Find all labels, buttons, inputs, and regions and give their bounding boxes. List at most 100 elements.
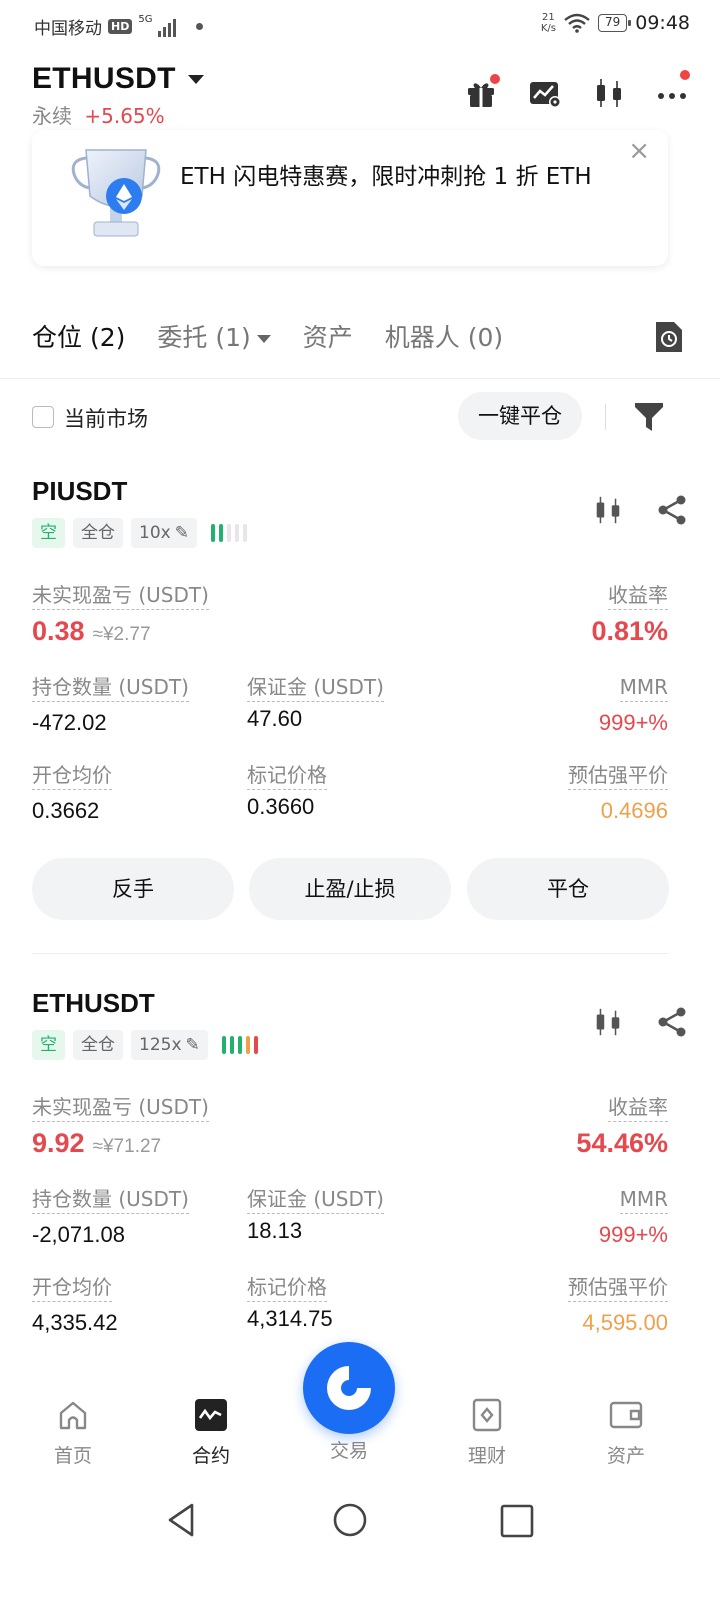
entry-price-label[interactable]: 开仓均价 <box>32 1274 112 1302</box>
chevron-down-icon <box>187 74 204 84</box>
liq-price-label[interactable]: 预估强平价 <box>568 762 668 790</box>
candlestick-icon[interactable] <box>592 76 626 110</box>
divider <box>0 378 720 379</box>
status-bar: 中国移动 HD 5G 21 K/s 79 09:48 <box>0 0 720 52</box>
symbol-title: ETHUSDT <box>32 62 176 95</box>
liq-price-value: 4,595.00 <box>582 1310 668 1335</box>
history-document-icon[interactable] <box>654 320 684 354</box>
margin-mode-badge[interactable]: 全仓 <box>73 518 123 548</box>
close-all-button[interactable]: 一键平仓 <box>458 392 582 440</box>
trophy-icon <box>71 149 161 237</box>
roe-label[interactable]: 收益率 <box>608 582 668 610</box>
position-card: ETHUSDT 空 全仓 125x ✎ 未实现盈亏 (USDT) 收益率 9.92… <box>0 982 720 1352</box>
mark-price-value: 0.3660 <box>247 794 315 819</box>
tab-bots[interactable]: 机器人 (0) <box>385 318 503 354</box>
position-size-value: -472.02 <box>32 710 107 735</box>
reverse-button[interactable]: 反手 <box>32 858 234 920</box>
tab-orders[interactable]: 委托 (1) <box>157 318 271 354</box>
pnl-cny-value: ≈¥71.27 <box>92 1136 162 1157</box>
side-badge: 空 <box>32 518 65 548</box>
nav-assets[interactable]: 资产 <box>586 1398 666 1468</box>
trade-button[interactable] <box>303 1342 395 1434</box>
close-position-button[interactable]: 平仓 <box>467 858 669 920</box>
divider <box>605 404 606 430</box>
filter-icon[interactable] <box>633 400 665 434</box>
close-icon[interactable]: × <box>628 136 650 166</box>
hd-badge: HD <box>108 19 133 34</box>
tp-sl-button[interactable]: 止盈/止损 <box>249 858 451 920</box>
nav-home[interactable]: 首页 <box>33 1398 113 1468</box>
unrealized-pnl-label[interactable]: 未实现盈亏 (USDT) <box>32 582 209 610</box>
position-size-value: -2,071.08 <box>32 1222 125 1247</box>
unrealized-pnl-value: 9.92 ≈¥71.27 <box>32 1128 162 1158</box>
leverage-badge[interactable]: 10x ✎ <box>131 518 197 548</box>
wifi-icon <box>564 13 590 33</box>
mmr-label[interactable]: MMR <box>619 1186 668 1214</box>
nav-home-label: 首页 <box>53 1445 92 1467</box>
home-circle-icon[interactable] <box>332 1502 368 1538</box>
margin-mode-badge[interactable]: 全仓 <box>73 1030 123 1060</box>
promo-banner[interactable]: ETH 闪电特惠赛，限时冲刺抢 1 折 ETH × <box>32 130 668 266</box>
nav-earn[interactable]: 理财 <box>447 1398 527 1468</box>
tab-positions[interactable]: 仓位 (2) <box>32 318 125 354</box>
signal-icon <box>158 17 177 37</box>
recents-icon[interactable] <box>500 1504 534 1538</box>
futures-icon <box>195 1399 227 1431</box>
leverage-value: 125x <box>139 1035 182 1055</box>
unrealized-pnl-label[interactable]: 未实现盈亏 (USDT) <box>32 1094 209 1122</box>
contract-info: 永续 +5.65% <box>32 100 165 129</box>
position-actions <box>592 494 688 526</box>
side-badge: 空 <box>32 1030 65 1060</box>
nav-earn-label: 理财 <box>467 1445 506 1467</box>
nav-futures-label: 合约 <box>191 1445 230 1467</box>
share-icon[interactable] <box>656 494 688 526</box>
position-size-label[interactable]: 持仓数量 (USDT) <box>32 674 189 702</box>
mark-price-value: 4,314.75 <box>247 1306 333 1331</box>
position-symbol[interactable]: PIUSDT <box>32 476 127 507</box>
roe-label[interactable]: 收益率 <box>608 1094 668 1122</box>
mark-price-label[interactable]: 标记价格 <box>247 762 327 790</box>
contract-type: 永续 <box>32 104 72 128</box>
risk-level-indicator <box>221 1036 258 1054</box>
position-tags: 空 全仓 125x ✎ <box>32 1030 258 1060</box>
edit-icon: ✎ <box>185 1035 200 1055</box>
header-actions <box>464 70 690 110</box>
tab-assets[interactable]: 资产 <box>303 318 353 354</box>
liq-price-label[interactable]: 预估强平价 <box>568 1274 668 1302</box>
position-card: PIUSDT 空 全仓 10x ✎ 未实现盈亏 (USDT) 收益率 0.38 ≈¥… <box>0 470 720 950</box>
clock: 09:48 <box>635 12 690 34</box>
system-nav-bar <box>0 1480 720 1612</box>
mmr-value: 999+% <box>598 710 668 735</box>
current-market-checkbox[interactable] <box>32 406 54 428</box>
back-icon[interactable] <box>166 1502 198 1538</box>
more-icon[interactable] <box>656 70 690 110</box>
chart-settings-icon[interactable] <box>528 76 562 110</box>
mark-price-label[interactable]: 标记价格 <box>247 1274 327 1302</box>
notification-dot-icon <box>680 70 690 80</box>
unrealized-pnl-value: 0.38 ≈¥2.77 <box>32 616 151 646</box>
margin-label[interactable]: 保证金 (USDT) <box>247 1186 384 1214</box>
wallet-icon <box>609 1401 643 1429</box>
leverage-badge[interactable]: 125x ✎ <box>131 1030 208 1060</box>
mmr-label[interactable]: MMR <box>619 674 668 702</box>
position-tabs: 仓位 (2) 委托 (1) 资产 机器人 (0) <box>32 318 503 354</box>
position-symbol[interactable]: ETHUSDT <box>32 988 155 1019</box>
margin-value: 47.60 <box>247 706 303 731</box>
margin-label[interactable]: 保证金 (USDT) <box>247 674 384 702</box>
symbol-selector[interactable]: ETHUSDT <box>32 62 204 96</box>
battery-icon: 79 <box>597 14 632 32</box>
entry-price-label[interactable]: 开仓均价 <box>32 762 112 790</box>
candlestick-icon[interactable] <box>592 1006 624 1038</box>
margin-value: 18.13 <box>247 1218 303 1243</box>
position-size-label[interactable]: 持仓数量 (USDT) <box>32 1186 189 1214</box>
trade-icon <box>327 1366 371 1410</box>
carrier-name: 中国移动 <box>34 19 102 39</box>
nav-trade-label: 交易 <box>329 1440 368 1462</box>
gift-icon[interactable] <box>464 74 500 110</box>
candlestick-icon[interactable] <box>592 494 624 526</box>
share-icon[interactable] <box>656 1006 688 1038</box>
roe-value: 0.81% <box>591 616 668 646</box>
pnl-cny-value: ≈¥2.77 <box>92 624 151 645</box>
nav-futures[interactable]: 合约 <box>171 1398 251 1468</box>
edit-icon: ✎ <box>174 523 189 543</box>
